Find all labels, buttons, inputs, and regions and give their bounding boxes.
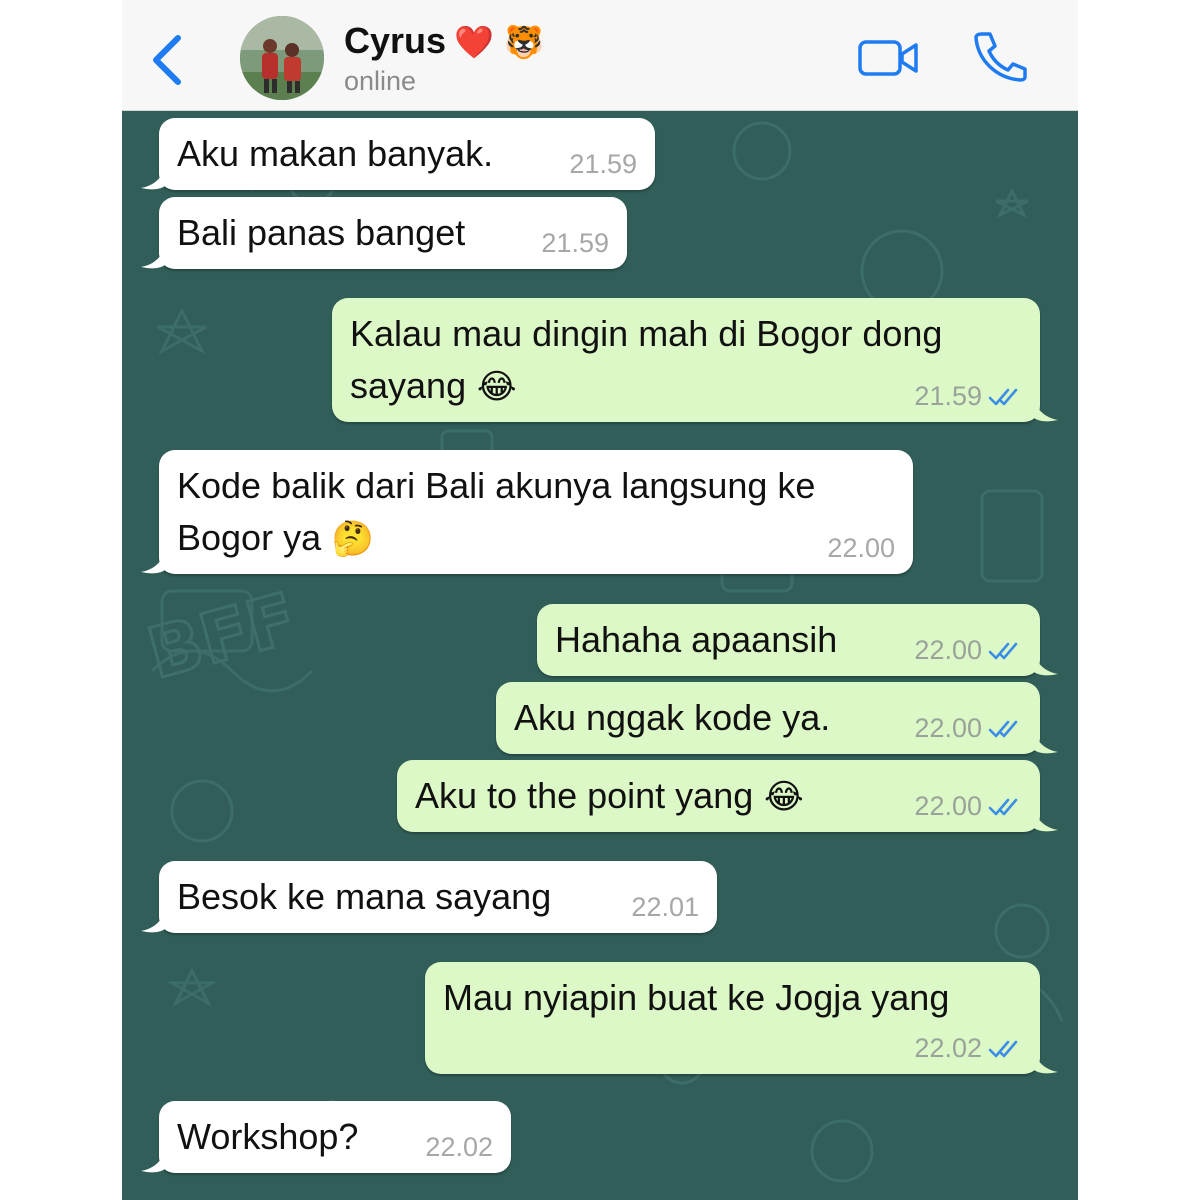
chat-screen: Cyrus ❤️ 🐯 online BFF Aku makan banyak. … — [122, 0, 1078, 1200]
message-emoji: 😂 — [466, 367, 517, 407]
message-list[interactable]: BFF Aku makan banyak. 21.59 Bali panas ban… — [122, 111, 1078, 1200]
message-text-content: Besok ke mana sayang — [177, 876, 552, 917]
message-meta: 22.02 — [425, 1132, 493, 1163]
contact-status: online — [344, 66, 417, 96]
message-text: Besok ke mana sayang — [177, 871, 699, 923]
contact-name[interactable]: Cyrus ❤️ 🐯 — [344, 20, 544, 62]
read-receipt-icon — [988, 798, 1018, 815]
message-text-content: Mau nyiapin buat ke Jogja yang — [443, 977, 950, 1018]
avatar[interactable] — [240, 16, 324, 100]
message-meta: 22.02 — [914, 1033, 1022, 1064]
incoming-message-bubble[interactable]: Kode balik dari Bali akunya langsung ke … — [141, 450, 913, 574]
message-timestamp: 22.00 — [914, 713, 982, 743]
video-call-icon[interactable] — [858, 38, 920, 78]
outgoing-message-bubble[interactable]: Hahaha apaansih 22.00 — [537, 604, 1058, 676]
message-timestamp: 22.00 — [914, 635, 982, 665]
read-receipt-icon — [988, 642, 1018, 659]
read-receipt-icon — [988, 720, 1018, 737]
message-text-content: Kode balik dari Bali akunya langsung ke … — [177, 465, 816, 558]
bubble-tail — [1034, 1050, 1058, 1074]
message-text-content: Aku nggak kode ya. — [514, 697, 831, 738]
message-text-content: Bali panas banget — [177, 212, 466, 253]
message-timestamp: 21.59 — [541, 228, 609, 258]
bubble-tail — [141, 245, 165, 269]
message-text: Aku makan banyak. — [177, 128, 637, 180]
message-meta: 22.01 — [631, 892, 699, 923]
incoming-message-bubble[interactable]: Besok ke mana sayang 22.01 — [141, 861, 717, 933]
bubble-tail — [1034, 652, 1058, 676]
message-emoji: 😂 — [753, 777, 804, 817]
back-chevron-icon[interactable] — [148, 32, 188, 88]
message-meta: 22.00 — [914, 635, 1022, 666]
bubble-tail — [141, 166, 165, 190]
bubble-tail — [1034, 808, 1058, 832]
message-text: Kode balik dari Bali akunya langsung ke … — [177, 460, 895, 565]
incoming-message-bubble[interactable]: Workshop? 22.02 — [141, 1101, 511, 1173]
message-text-content: Hahaha apaansih — [555, 619, 838, 660]
message-meta: 21.59 — [541, 228, 609, 259]
message-meta: 21.59 — [569, 149, 637, 180]
message-text-content: Aku makan banyak. — [177, 133, 494, 174]
outgoing-message-bubble[interactable]: Aku nggak kode ya. 22.00 — [496, 682, 1058, 754]
outgoing-message-bubble[interactable]: Aku to the point yang 😂 22.00 — [397, 760, 1058, 832]
read-receipt-icon — [988, 1040, 1018, 1057]
outgoing-message-bubble[interactable]: Mau nyiapin buat ke Jogja yang 22.02 — [425, 962, 1058, 1074]
contact-name-emoji: ❤️ 🐯 — [454, 23, 544, 61]
incoming-message-bubble[interactable]: Aku makan banyak. 21.59 — [141, 118, 655, 190]
chat-header: Cyrus ❤️ 🐯 online — [122, 0, 1078, 111]
message-timestamp: 22.00 — [827, 533, 895, 563]
message-text-content: Workshop? — [177, 1116, 359, 1157]
message-text-content: Aku to the point yang — [415, 775, 754, 816]
bubble-tail — [1034, 730, 1058, 754]
message-meta: 22.00 — [827, 533, 895, 564]
bubble-tail — [141, 1149, 165, 1173]
bubble-tail — [1034, 398, 1058, 422]
outgoing-message-bubble[interactable]: Kalau mau dingin mah di Bogor dong sayan… — [332, 298, 1058, 422]
message-timestamp: 22.02 — [914, 1033, 982, 1063]
message-emoji: 🤔 — [321, 519, 375, 559]
message-meta: 22.00 — [914, 713, 1022, 744]
read-receipt-icon — [988, 388, 1018, 405]
avatar-photo — [240, 16, 324, 100]
phone-icon[interactable] — [972, 30, 1028, 82]
bubble-tail — [141, 550, 165, 574]
message-timestamp: 22.01 — [631, 892, 699, 922]
message-text-content: Kalau mau dingin mah di Bogor dong sayan… — [350, 313, 943, 406]
contact-name-text: Cyrus — [344, 20, 447, 61]
bubble-tail — [141, 909, 165, 933]
message-timestamp: 21.59 — [914, 381, 982, 411]
incoming-message-bubble[interactable]: Bali panas banget 21.59 — [141, 197, 627, 269]
message-timestamp: 22.02 — [425, 1132, 493, 1162]
message-meta: 22.00 — [914, 791, 1022, 822]
message-timestamp: 22.00 — [914, 791, 982, 821]
message-timestamp: 21.59 — [569, 149, 637, 179]
message-meta: 21.59 — [914, 381, 1022, 412]
message-text: Mau nyiapin buat ke Jogja yang — [443, 972, 1022, 1024]
